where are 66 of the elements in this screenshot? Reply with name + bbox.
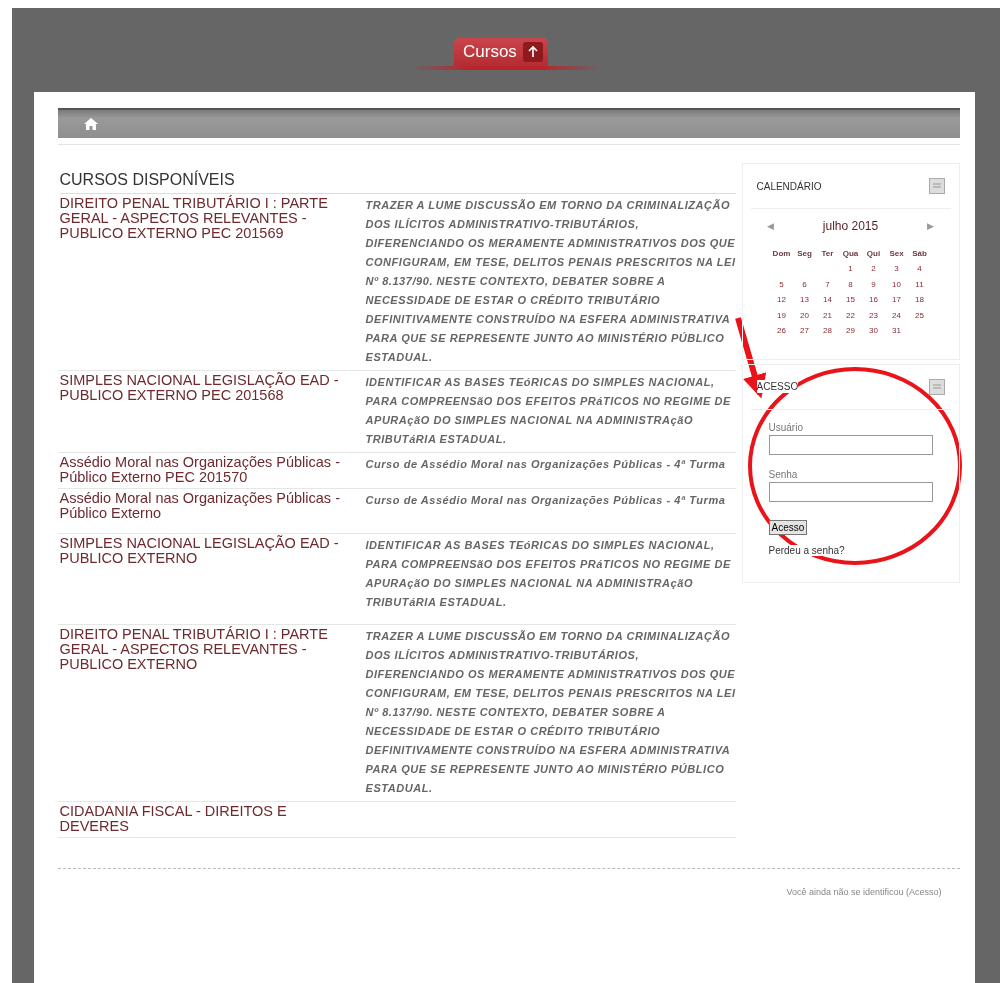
calendar-day[interactable]: 21: [816, 307, 839, 323]
calendar-day[interactable]: 2: [862, 261, 885, 277]
calendar-day[interactable]: 5: [770, 276, 793, 292]
calendar-day[interactable]: 3: [885, 261, 908, 277]
course-description: TRAZER A LUME DISCUSSÃO EM TORNO DA CRIMINALIZAÇÃO DOS ILÍCITOS ADMINISTRATIVO-TRIBUTÁRIOS, DIFERENCIANDO OS MERAMENTE ADMINISTRATIVOS DOS QUE CONFIGURAM, EM TESE, DELITOS PENAIS PRESCRITOS NA LEI Nº 8.137/90. NESTE CONTEXTO, DEBATER SOBRE A NECESSIDADE DE ESTAR O CRÉDITO TRIBUTÁRIO DEFINITIVAMENTE CONSTRUÍDO NA ESFERA ADMINISTRATIVA PARA QUE SE REPRESENTE JUNTO AO MINISTÉRIO PÚBLICO ESTADUAL.: [365, 629, 736, 796]
calendar-day[interactable]: 15: [839, 292, 862, 308]
weekday-label: Seg: [796, 247, 813, 260]
block-title: CALENDÁRIO: [756, 179, 822, 193]
calendar-day[interactable]: 19: [770, 307, 793, 323]
course-link[interactable]: CIDADANIA FISCAL - DIREITOS E DEVERES: [57, 804, 356, 834]
course-link[interactable]: SIMPLES NACIONAL LEGISLAÇÃO EAD - PUBLICO EXTERNO: [57, 536, 356, 566]
calendar-day[interactable]: 6: [793, 276, 816, 292]
course-link[interactable]: Assédio Moral nas Organizações Públicas - Público Externo PEC 201570: [57, 455, 356, 485]
weekday-label: Qua: [841, 247, 860, 260]
calendar-day[interactable]: 10: [885, 276, 908, 292]
calendar-day[interactable]: 4: [908, 261, 931, 277]
field-label: Usuário: [768, 421, 803, 433]
calendar-day[interactable]: 22: [839, 307, 862, 323]
course-description: IDENTIFICAR AS BASES TEóRICAS DO SIMPLES NACIONAL, PARA COMPREENSãO DOS EFEITOS PRáTICOS NO REGIME DE APURAçãO DO SIMPLES NACIONAL NA ADMINISTRAçãO TRIBUTáRIA ESTADUAL.: [365, 375, 732, 447]
calendar-day[interactable]: 13: [793, 292, 816, 308]
calendar-day[interactable]: 26: [770, 323, 793, 339]
calendar-day[interactable]: 20: [793, 307, 816, 323]
calendar-day[interactable]: 28: [816, 323, 839, 339]
calendar-day[interactable]: 1: [839, 261, 862, 277]
course-link[interactable]: DIREITO PENAL TRIBUTÁRIO I : PARTE GERAL - ASPECTOS RELEVANTES - PUBLICO EXTERNO PEC 201569: [57, 196, 356, 241]
login-status-text: Você ainda não se identificou (Acesso): [786, 887, 942, 897]
login-link[interactable]: (Acesso): [906, 887, 942, 897]
calendar-day[interactable]: 17: [885, 292, 908, 308]
password-field[interactable]: [768, 481, 933, 502]
calendar-day[interactable]: 27: [793, 323, 816, 339]
calendar-day[interactable]: 24: [885, 307, 908, 323]
calendar-day[interactable]: 11: [908, 276, 931, 292]
collapse-icon[interactable]: [928, 178, 945, 194]
calendar-day[interactable]: 29: [839, 323, 862, 339]
weekday-label: Qui: [865, 247, 882, 260]
login-button[interactable]: Acesso: [768, 519, 808, 535]
collapse-icon[interactable]: [928, 378, 945, 395]
forgot-password-link[interactable]: Perdeu a senha?: [768, 544, 845, 556]
field-label: Senha: [768, 468, 798, 480]
course-link[interactable]: SIMPLES NACIONAL LEGISLAÇÃO EAD - PUBLICO EXTERNO PEC 201568: [57, 373, 356, 403]
calendar-day[interactable]: 14: [816, 292, 839, 308]
username-field[interactable]: [768, 434, 933, 455]
calendar-day[interactable]: 16: [862, 292, 885, 308]
course-link[interactable]: DIREITO PENAL TRIBUTÁRIO I : PARTE GERAL - ASPECTOS RELEVANTES - PUBLICO EXTERNO: [57, 627, 356, 672]
section-title: CURSOS DISPONÍVEIS: [59, 171, 736, 194]
course-description: TRAZER A LUME DISCUSSÃO EM TORNO DA CRIMINALIZAÇÃO DOS ILÍCITOS ADMINISTRATIVO-TRIBUTÁRIOS, DIFERENCIANDO OS MERAMENTE ADMINISTRATIVOS DOS QUE CONFIGURAM, EM TESE, DELITOS PENAIS PRESCRITOS NA LEI Nº 8.137/90. NESTE CONTEXTO, DEBATER SOBRE A NECESSIDADE DE ESTAR O CRÉDITO TRIBUTÁRIO DEFINITIVAMENTE CONSTRUÍDO NA ESFERA ADMINISTRATIVA PARA QUE SE REPRESENTE JUNTO AO MINISTÉRIO PÚBLICO ESTADUAL.: [365, 198, 736, 365]
calendar-day[interactable]: 12: [770, 292, 793, 308]
course-description: Curso de Assédio Moral nas Organizações Públicas - 4ª Turma: [365, 457, 727, 472]
home-icon[interactable]: [83, 118, 98, 130]
weekday-label: Sex: [888, 247, 905, 260]
calendar-day[interactable]: 7: [816, 276, 839, 292]
month-title: julho 2015: [822, 219, 879, 233]
weekday-label: Sáb: [911, 247, 928, 260]
calendar-day[interactable]: 23: [862, 307, 885, 323]
course-description: Curso de Assédio Moral nas Organizações Públicas - 4ª Turma: [365, 493, 727, 508]
calendar-day[interactable]: 25: [908, 307, 931, 323]
calendar-day[interactable]: 30: [862, 323, 885, 339]
calendar-day[interactable]: 18: [908, 292, 931, 308]
calendar-day[interactable]: 31: [885, 323, 908, 339]
weekday-label: Ter: [820, 247, 835, 260]
calendar-day[interactable]: 8: [839, 276, 862, 292]
course-link[interactable]: Assédio Moral nas Organizações Públicas - Público Externo: [57, 491, 356, 521]
weekday-label: Dom: [771, 247, 792, 260]
calendar-day[interactable]: 9: [862, 276, 885, 292]
courses-tab[interactable]: Cursos: [454, 38, 548, 66]
course-description: IDENTIFICAR AS BASES TEóRICAS DO SIMPLES NACIONAL, PARA COMPREENSãO DOS EFEITOS PRáTICOS NO REGIME DE APURAçãO DO SIMPLES NACIONAL NA ADMINISTRAçãO TRIBUTáRIA ESTADUAL.: [365, 538, 732, 610]
